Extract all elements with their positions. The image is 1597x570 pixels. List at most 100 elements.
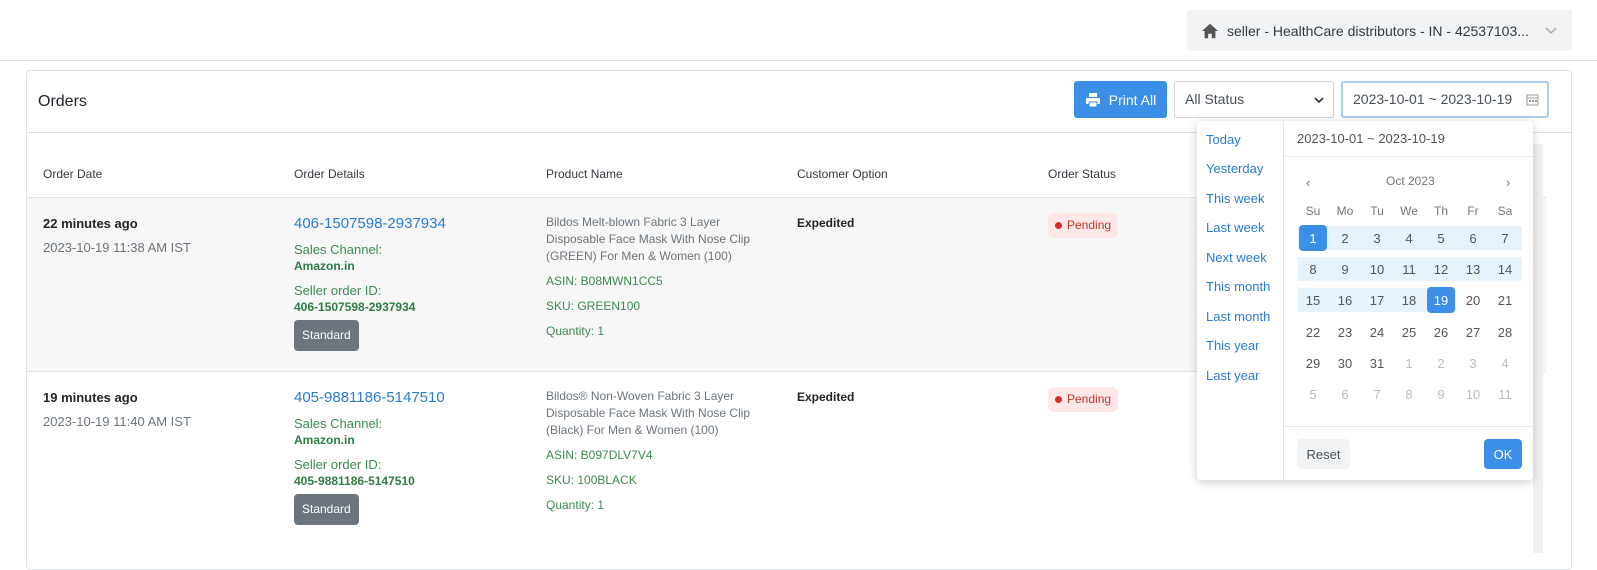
sales-channel-value: Amazon.in [294,433,355,447]
range-last-year[interactable]: Last year [1206,368,1259,383]
printer-icon [1085,92,1100,107]
relative-time: 22 minutes ago [43,216,138,231]
order-date-cell: 19 minutes ago 2023-10-19 11:40 AM IST [43,389,191,430]
calendar-day[interactable]: 6 [1331,381,1359,407]
range-this-year[interactable]: This year [1206,338,1259,353]
calendar-day[interactable]: 1 [1395,350,1423,376]
calendar-day[interactable]: 11 [1395,256,1423,282]
calendar-day[interactable]: 6 [1459,225,1487,251]
product-cell: Bildos® Non-Woven Fabric 3 Layer Disposa… [546,388,766,514]
calendar-day[interactable]: 12 [1427,256,1455,282]
range-today[interactable]: Today [1206,132,1241,147]
calendar-day[interactable]: 13 [1459,256,1487,282]
prev-month-button[interactable]: ‹ [1306,175,1310,190]
calendar-day[interactable]: 29 [1299,350,1327,376]
range-this-week[interactable]: This week [1206,191,1265,206]
sales-channel-label: Sales Channel: [294,416,383,431]
calendar-day[interactable]: 18 [1395,287,1423,313]
scrollbar[interactable] [1533,144,1543,553]
next-month-button[interactable]: › [1506,175,1510,190]
date-range-input[interactable]: 2023-10-01 ~ 2023-10-19 [1341,81,1549,118]
product-quantity: Quantity: 1 [546,498,605,512]
status-filter-select[interactable]: All Status [1174,81,1334,118]
column-header-order-details: Order Details [294,167,365,181]
page-title: Orders [38,93,87,110]
calendar-day[interactable]: 9 [1427,381,1455,407]
order-id-link[interactable]: 406-1507598-2937934 [294,215,446,232]
calendar-day[interactable]: 8 [1299,256,1327,282]
calendar-day[interactable]: 1 [1299,225,1327,251]
status-label: Pending [1067,218,1112,232]
chevron-down-icon [1545,27,1557,35]
calendar-day[interactable]: 23 [1331,319,1359,345]
weekday-label: Su [1305,204,1321,218]
calendar-day[interactable]: 22 [1299,319,1327,345]
weekday-label: Mo [1336,204,1354,218]
shipping-badge: Standard [294,320,359,351]
divider [1285,426,1533,427]
calendar-day[interactable]: 7 [1363,381,1391,407]
account-selector[interactable]: seller - HealthCare distributors - IN - … [1187,10,1572,51]
order-id-link[interactable]: 405-9881186-5147510 [294,389,445,406]
product-asin: ASIN: B097DLV7V4 [546,448,653,462]
product-sku: SKU: GREEN100 [546,299,641,313]
calendar-day[interactable]: 27 [1459,319,1487,345]
product-name: Bildos® Non-Woven Fabric 3 Layer Disposa… [546,389,751,437]
print-all-button[interactable]: Print All [1074,81,1167,118]
calendar-day[interactable]: 4 [1395,225,1423,251]
calendar-day[interactable]: 4 [1491,350,1519,376]
month-title: Oct 2023 [1386,174,1435,188]
range-next-week[interactable]: Next week [1206,250,1267,265]
range-this-month[interactable]: This month [1206,279,1270,294]
calendar-day[interactable]: 15 [1299,287,1327,313]
calendar-day[interactable]: 17 [1363,287,1391,313]
range-last-month[interactable]: Last month [1206,309,1270,324]
home-icon [1201,23,1219,38]
order-details-cell: 406-1507598-2937934 Sales Channel: Amazo… [294,215,446,351]
calendar-day[interactable]: 28 [1491,319,1519,345]
status-dot-icon [1055,222,1062,229]
calendar-day[interactable]: 5 [1299,381,1327,407]
calendar-day[interactable]: 10 [1459,381,1487,407]
calendar-day[interactable]: 25 [1395,319,1423,345]
status-badge: Pending [1048,387,1119,412]
top-bar: seller - HealthCare distributors - IN - … [0,0,1597,61]
range-yesterday[interactable]: Yesterday [1206,161,1263,176]
calendar-day[interactable]: 14 [1491,256,1519,282]
calendar-day[interactable]: 9 [1331,256,1359,282]
product-quantity: Quantity: 1 [546,324,605,338]
column-header-order-status: Order Status [1048,167,1117,181]
calendar-day[interactable]: 19 [1427,287,1455,313]
customer-option-value: Expedited [797,216,855,230]
range-last-week[interactable]: Last week [1206,220,1265,235]
order-status-cell: Pending [1048,213,1119,238]
calendar-day[interactable]: 3 [1363,225,1391,251]
weekday-label: Fr [1467,204,1479,218]
product-name: Bildos Melt-blown Fabric 3 Layer Disposa… [546,215,751,263]
order-date-cell: 22 minutes ago 2023-10-19 11:38 AM IST [43,215,191,256]
status-badge: Pending [1048,213,1119,238]
calendar-day[interactable]: 10 [1363,256,1391,282]
seller-order-id: 405-9881186-5147510 [294,474,415,488]
calendar-day[interactable]: 11 [1491,381,1519,407]
calendar-day[interactable]: 30 [1331,350,1359,376]
calendar-day[interactable]: 2 [1331,225,1359,251]
relative-time: 19 minutes ago [43,390,138,405]
calendar-day[interactable]: 7 [1491,225,1519,251]
calendar-day[interactable]: 26 [1427,319,1455,345]
product-asin: ASIN: B08MWN1CC5 [546,274,663,288]
ok-button[interactable]: OK [1484,439,1522,469]
calendar-day[interactable]: 3 [1459,350,1487,376]
reset-button[interactable]: Reset [1297,439,1350,469]
column-header-order-date: Order Date [43,167,103,181]
calendar-day[interactable]: 31 [1363,350,1391,376]
sales-channel-value: Amazon.in [294,259,355,273]
calendar-day[interactable]: 20 [1459,287,1487,313]
calendar-day[interactable]: 5 [1427,225,1455,251]
calendar-day[interactable]: 16 [1331,287,1359,313]
account-label: seller - HealthCare distributors - IN - … [1227,22,1529,39]
calendar-day[interactable]: 24 [1363,319,1391,345]
calendar-day[interactable]: 2 [1427,350,1455,376]
calendar-day[interactable]: 21 [1491,287,1519,313]
calendar-day[interactable]: 8 [1395,381,1423,407]
